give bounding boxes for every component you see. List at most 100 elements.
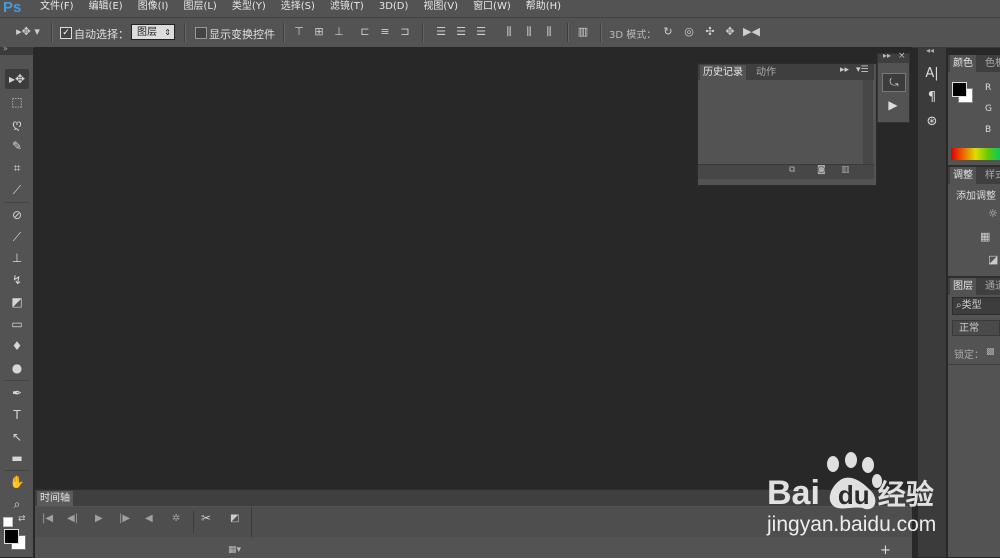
trash-icon[interactable]: ▥ — [841, 165, 850, 175]
layer-select-dropdown[interactable]: 图层 ⇕ — [131, 24, 175, 40]
3d-slide-icon[interactable]: ✥ — [723, 25, 737, 39]
menu-3d[interactable]: 3D(D) — [379, 0, 409, 17]
next-frame-icon[interactable]: |▶ — [119, 513, 130, 524]
tab-swatches[interactable]: 色板 — [982, 55, 1000, 72]
menu-window[interactable]: 窗口(W) — [473, 0, 511, 17]
tab-styles[interactable]: 样式 — [982, 167, 1000, 184]
blend-mode-dropdown[interactable]: 正常 — [952, 320, 1000, 336]
collapse-arrows-icon[interactable]: » — [3, 44, 8, 53]
tab-channels[interactable]: 通道 — [982, 278, 1000, 295]
menu-layer[interactable]: 图层(L) — [183, 0, 216, 17]
menu-help[interactable]: 帮助(H) — [526, 0, 561, 17]
add-track-icon[interactable]: + — [880, 543, 891, 558]
history-brush-tool-icon[interactable]: ↯ — [5, 270, 29, 290]
gradient-tool-icon[interactable]: ▭ — [5, 314, 29, 334]
quick-select-tool-icon[interactable]: ✎ — [5, 136, 29, 156]
dodge-tool-icon[interactable]: ● — [5, 358, 29, 378]
tab-actions[interactable]: 动作 — [756, 65, 776, 80]
settings-gear-icon[interactable]: ✲ — [172, 513, 180, 524]
3d-pan-icon[interactable]: ✣ — [703, 25, 717, 39]
close-icon[interactable]: × — [898, 51, 906, 61]
eraser-tool-icon[interactable]: ◩ — [5, 292, 29, 312]
menu-edit[interactable]: 编辑(E) — [89, 0, 123, 17]
align-top-icon[interactable]: ⊤ — [292, 25, 306, 39]
distribute-right-icon[interactable]: ⫼ — [542, 25, 556, 39]
camera-icon[interactable]: ◙ — [817, 165, 826, 175]
blur-tool-icon[interactable]: ♦ — [5, 336, 29, 356]
menu-view[interactable]: 视图(V) — [423, 0, 458, 17]
distribute-left-icon[interactable]: ⫼ — [502, 25, 516, 39]
new-document-from-state-icon[interactable]: ⧉ — [789, 165, 795, 175]
history-scrollbar[interactable] — [863, 80, 873, 164]
scissors-icon[interactable]: ✂ — [201, 511, 211, 525]
hue-adjust-icon[interactable]: ▦ — [980, 230, 990, 243]
layer-filter-field[interactable]: ⌕类型 — [952, 297, 1000, 315]
distribute-bottom-icon[interactable]: ☰ — [474, 25, 488, 39]
marquee-tool-icon[interactable]: ⬚ — [5, 92, 29, 112]
brightness-adjust-icon[interactable]: ☼ — [988, 207, 998, 220]
tab-color[interactable]: 颜色 — [950, 55, 976, 72]
lock-transparent-icon[interactable]: ▩ — [986, 347, 995, 357]
previous-frame-icon[interactable]: ◀| — [67, 513, 78, 524]
film-strip-icon[interactable]: ▦▾ — [228, 545, 241, 555]
auto-align-icon[interactable]: ▥ — [576, 25, 590, 39]
crop-tool-icon[interactable]: ⌗ — [5, 158, 29, 178]
move-tool-preset-icon[interactable]: ▸✥ ▾ — [16, 25, 40, 39]
brush-tool-icon[interactable]: ⟋ — [5, 227, 29, 247]
collapse-panel-icon[interactable]: ▸▸ — [840, 65, 849, 75]
align-left-icon[interactable]: ⊏ — [358, 25, 372, 39]
panel-foreground-swatch[interactable] — [952, 82, 967, 97]
toolbar-collapse-bar[interactable]: » — [0, 44, 33, 55]
paragraph-panel-icon[interactable]: ¶ — [922, 90, 942, 105]
type-tool-icon[interactable]: T — [5, 405, 29, 425]
path-select-tool-icon[interactable]: ↖ — [5, 427, 29, 447]
pen-tool-icon[interactable]: ✒ — [5, 383, 29, 403]
eyedropper-tool-icon[interactable]: ⟋ — [5, 180, 29, 200]
clone-stamp-tool-icon[interactable]: ⊥ — [5, 248, 29, 268]
distribute-top-icon[interactable]: ☰ — [434, 25, 448, 39]
align-vcenter-icon[interactable]: ⊞ — [312, 25, 326, 39]
3d-scale-icon[interactable]: ▶◀ — [743, 25, 760, 39]
expand-arrows-icon[interactable]: ▸▸ — [883, 51, 891, 60]
default-colors-icon[interactable] — [3, 517, 13, 527]
foreground-color-swatch[interactable] — [4, 529, 19, 544]
photo-filter-adjust-icon[interactable]: ◪ — [988, 253, 998, 266]
first-frame-icon[interactable]: |◀ — [42, 513, 53, 524]
distribute-vcenter-icon[interactable]: ☰ — [454, 25, 468, 39]
hand-tool-icon[interactable]: ✋ — [5, 472, 29, 492]
menu-image[interactable]: 图像(I) — [138, 0, 169, 17]
collapse-arrows-icon[interactable]: ◂◂ — [926, 46, 934, 55]
history-panel-icon[interactable]: ⤿ — [882, 73, 906, 92]
menu-select[interactable]: 选择(S) — [281, 0, 315, 17]
align-bottom-icon[interactable]: ⊥ — [332, 25, 346, 39]
tab-layers[interactable]: 图层 — [950, 278, 976, 295]
transition-icon[interactable]: ◩ — [230, 513, 239, 524]
clone-source-panel-icon[interactable]: ⊛ — [922, 114, 942, 129]
play-icon[interactable]: ▶ — [95, 513, 103, 524]
rectangle-tool-icon[interactable]: ▬ — [5, 448, 29, 468]
3d-roll-icon[interactable]: ◎ — [682, 25, 696, 39]
lasso-tool-icon[interactable]: ღ — [5, 114, 29, 134]
align-right-icon[interactable]: ⊐ — [398, 25, 412, 39]
tab-adjustments[interactable]: 调整 — [950, 167, 976, 184]
align-hcenter-icon[interactable]: ≡ — [378, 25, 392, 39]
audio-icon[interactable]: ◀ — [145, 513, 153, 524]
tab-history[interactable]: 历史记录 — [700, 65, 746, 80]
zoom-tool-icon[interactable]: ⌕ — [5, 494, 29, 514]
history-list[interactable] — [698, 80, 863, 164]
distribute-hcenter-icon[interactable]: ⫼ — [522, 25, 536, 39]
menu-file[interactable]: 文件(F) — [40, 0, 74, 17]
swap-colors-icon[interactable]: ⇄ — [18, 514, 26, 524]
menu-filter[interactable]: 滤镜(T) — [330, 0, 364, 17]
tab-timeline[interactable]: 时间轴 — [37, 491, 73, 506]
menu-type[interactable]: 类型(Y) — [232, 0, 266, 17]
show-transform-checkbox[interactable] — [195, 27, 207, 39]
auto-select-checkbox[interactable]: ✓ — [60, 27, 72, 39]
character-panel-icon[interactable]: A| — [922, 66, 942, 81]
healing-brush-tool-icon[interactable]: ⊘ — [5, 205, 29, 225]
actions-play-icon[interactable]: ▶ — [882, 97, 904, 114]
color-spectrum-bar[interactable] — [951, 148, 1000, 160]
3d-rotate-icon[interactable]: ↻ — [661, 25, 675, 39]
panel-menu-icon[interactable]: ▾☰ — [856, 65, 869, 75]
move-tool-icon[interactable]: ▸✥ — [5, 69, 29, 89]
